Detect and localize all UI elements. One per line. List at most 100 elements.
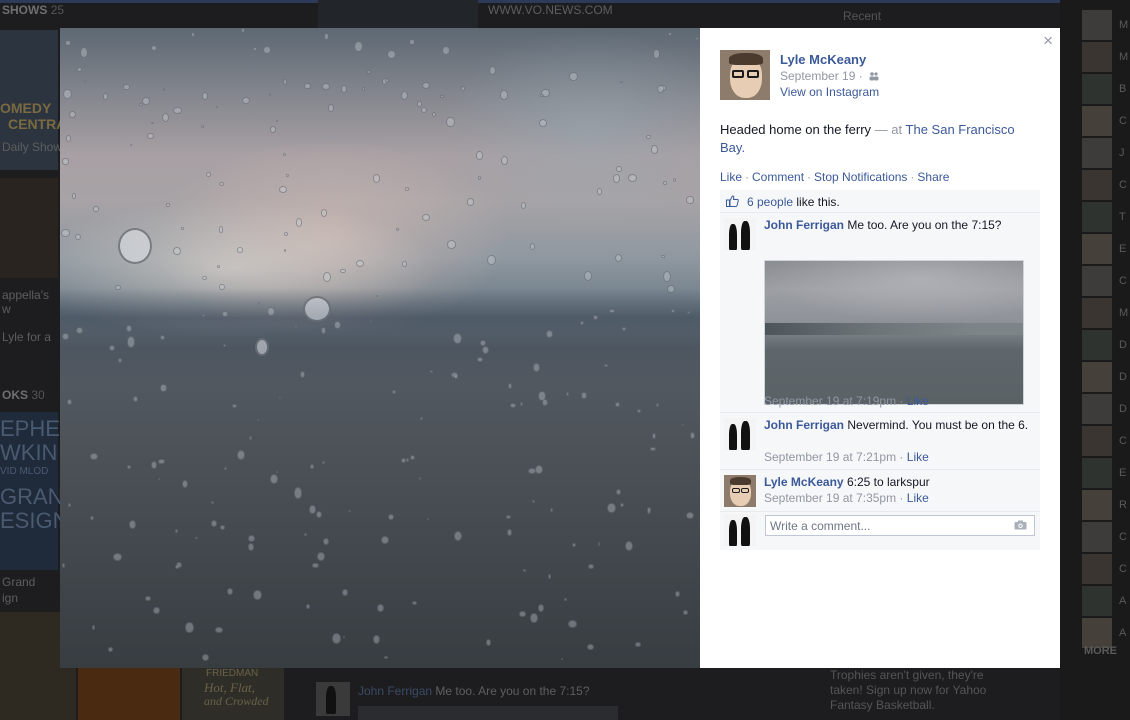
- chat-contact-name[interactable]: B: [1119, 83, 1126, 95]
- comment-like-link[interactable]: Like: [907, 394, 929, 408]
- chat-contact-name[interactable]: C: [1119, 179, 1127, 191]
- chat-contact-name[interactable]: A: [1119, 595, 1126, 607]
- raindrop: [466, 198, 474, 206]
- ad-text[interactable]: Trophies aren't given, they're taken! Si…: [830, 668, 1000, 713]
- chat-contact-name[interactable]: C: [1119, 275, 1127, 287]
- chat-contact-name[interactable]: J: [1119, 147, 1125, 159]
- chat-contact-name[interactable]: D: [1119, 339, 1127, 351]
- show-thumbnail[interactable]: [0, 178, 58, 278]
- raindrop: [695, 37, 700, 41]
- raindrop: [112, 553, 122, 561]
- raindrop: [201, 125, 204, 129]
- feed-image[interactable]: [318, 0, 478, 28]
- chat-contact-avatar[interactable]: [1082, 202, 1112, 232]
- comment-like-link[interactable]: Like: [907, 450, 929, 464]
- raindrop: [255, 338, 269, 356]
- caption-end: .: [741, 140, 746, 155]
- raindrop: [64, 39, 72, 46]
- bg-text: ign: [2, 591, 19, 605]
- raindrop: [668, 32, 673, 37]
- commenter-name[interactable]: John Ferrigan: [764, 418, 844, 432]
- chat-contact-avatar[interactable]: [1082, 426, 1112, 456]
- chat-contact-name[interactable]: M: [1119, 51, 1128, 63]
- avatar[interactable]: [724, 475, 756, 507]
- chat-contact-avatar[interactable]: [1082, 586, 1112, 616]
- chat-contact-avatar[interactable]: [1082, 138, 1112, 168]
- author-avatar[interactable]: [720, 50, 770, 100]
- raindrop: [619, 502, 625, 508]
- chat-contact-avatar[interactable]: [1082, 298, 1112, 328]
- book-cover[interactable]: [78, 668, 180, 720]
- chat-contact-avatar[interactable]: [1082, 330, 1112, 360]
- raindrop: [93, 205, 99, 212]
- chat-contact-avatar[interactable]: [1082, 74, 1112, 104]
- author-name[interactable]: Lyle McKeany: [780, 52, 866, 67]
- people-icon[interactable]: [869, 72, 879, 81]
- chat-contact-avatar[interactable]: [1082, 618, 1112, 648]
- raindrop: [506, 528, 513, 537]
- chat-contact-avatar[interactable]: [1082, 394, 1112, 424]
- chat-contact-avatar[interactable]: [1082, 266, 1112, 296]
- raindrop: [175, 529, 178, 534]
- avatar[interactable]: [724, 418, 756, 450]
- raindrop: [185, 622, 194, 633]
- chat-contact-name[interactable]: D: [1119, 403, 1127, 415]
- post-date[interactable]: September 19: [780, 69, 855, 83]
- photo[interactable]: [60, 28, 700, 668]
- view-on-instagram-link[interactable]: View on Instagram: [780, 85, 879, 99]
- raindrop: [418, 476, 421, 480]
- chat-contact-name[interactable]: C: [1119, 115, 1127, 127]
- chat-contact-avatar[interactable]: [1082, 106, 1112, 136]
- chat-contact-name[interactable]: A: [1119, 627, 1126, 639]
- chat-contact-name[interactable]: E: [1119, 467, 1126, 479]
- avatar[interactable]: [316, 682, 350, 716]
- chat-contact-avatar[interactable]: [1082, 362, 1112, 392]
- chat-contact-avatar[interactable]: [1082, 42, 1112, 72]
- avatar[interactable]: [724, 218, 756, 250]
- action-separator: ·: [745, 170, 750, 184]
- bg-link[interactable]: WWW.VO.NEWS.COM: [488, 3, 613, 17]
- chat-contact-avatar[interactable]: [1082, 170, 1112, 200]
- comment-photo[interactable]: [764, 260, 1024, 405]
- chat-contact-avatar[interactable]: [1082, 554, 1112, 584]
- comment-timestamp[interactable]: September 19 at 7:19pm: [764, 394, 896, 408]
- chat-contact-avatar[interactable]: [1082, 458, 1112, 488]
- chat-contact-avatar[interactable]: [1082, 234, 1112, 264]
- comment-input[interactable]: Write a comment...: [765, 515, 1035, 536]
- chat-contact-avatar[interactable]: [1082, 522, 1112, 552]
- close-icon[interactable]: ×: [1043, 31, 1053, 51]
- raindrop: [651, 433, 656, 439]
- chat-contact-name[interactable]: C: [1119, 531, 1127, 543]
- chat-contact-name[interactable]: D: [1119, 371, 1127, 383]
- raindrop: [126, 465, 131, 470]
- chat-contact-name[interactable]: R: [1119, 499, 1127, 511]
- chat-contact-name[interactable]: M: [1119, 307, 1128, 319]
- commenter-name[interactable]: John Ferrigan: [764, 218, 844, 232]
- camera-icon[interactable]: [1014, 520, 1027, 530]
- raindrop: [372, 634, 381, 645]
- chat-contact-name[interactable]: E: [1119, 243, 1126, 255]
- likes-count-link[interactable]: 6 people: [747, 195, 793, 209]
- bg-comment-name[interactable]: John Ferrigan: [358, 684, 432, 698]
- chat-contact-name[interactable]: C: [1119, 563, 1127, 575]
- comment-timestamp[interactable]: September 19 at 7:21pm: [764, 450, 896, 464]
- avatar[interactable]: [724, 514, 756, 546]
- recent-label[interactable]: Recent: [843, 9, 881, 23]
- feed-image[interactable]: [358, 706, 618, 720]
- commenter-name[interactable]: Lyle McKeany: [764, 475, 844, 489]
- chat-contact-avatar[interactable]: [1082, 490, 1112, 520]
- comment-timestamp[interactable]: September 19 at 7:35pm: [764, 491, 896, 505]
- raindrop: [237, 247, 244, 253]
- share-link[interactable]: Share: [917, 170, 949, 184]
- chat-contact-name[interactable]: M: [1119, 19, 1128, 31]
- bg-text: GRAN: [0, 484, 64, 509]
- raindrop: [342, 589, 348, 597]
- like-link[interactable]: Like: [720, 170, 742, 184]
- comment-like-link[interactable]: Like: [907, 491, 929, 505]
- chat-contact-avatar[interactable]: [1082, 10, 1112, 40]
- stop-notifications-link[interactable]: Stop Notifications: [814, 170, 907, 184]
- chat-contact-name[interactable]: T: [1119, 211, 1126, 223]
- chat-contact-name[interactable]: C: [1119, 435, 1127, 447]
- comment-link[interactable]: Comment: [752, 170, 804, 184]
- comment-text: Nevermind. You must be on the 6.: [847, 418, 1029, 432]
